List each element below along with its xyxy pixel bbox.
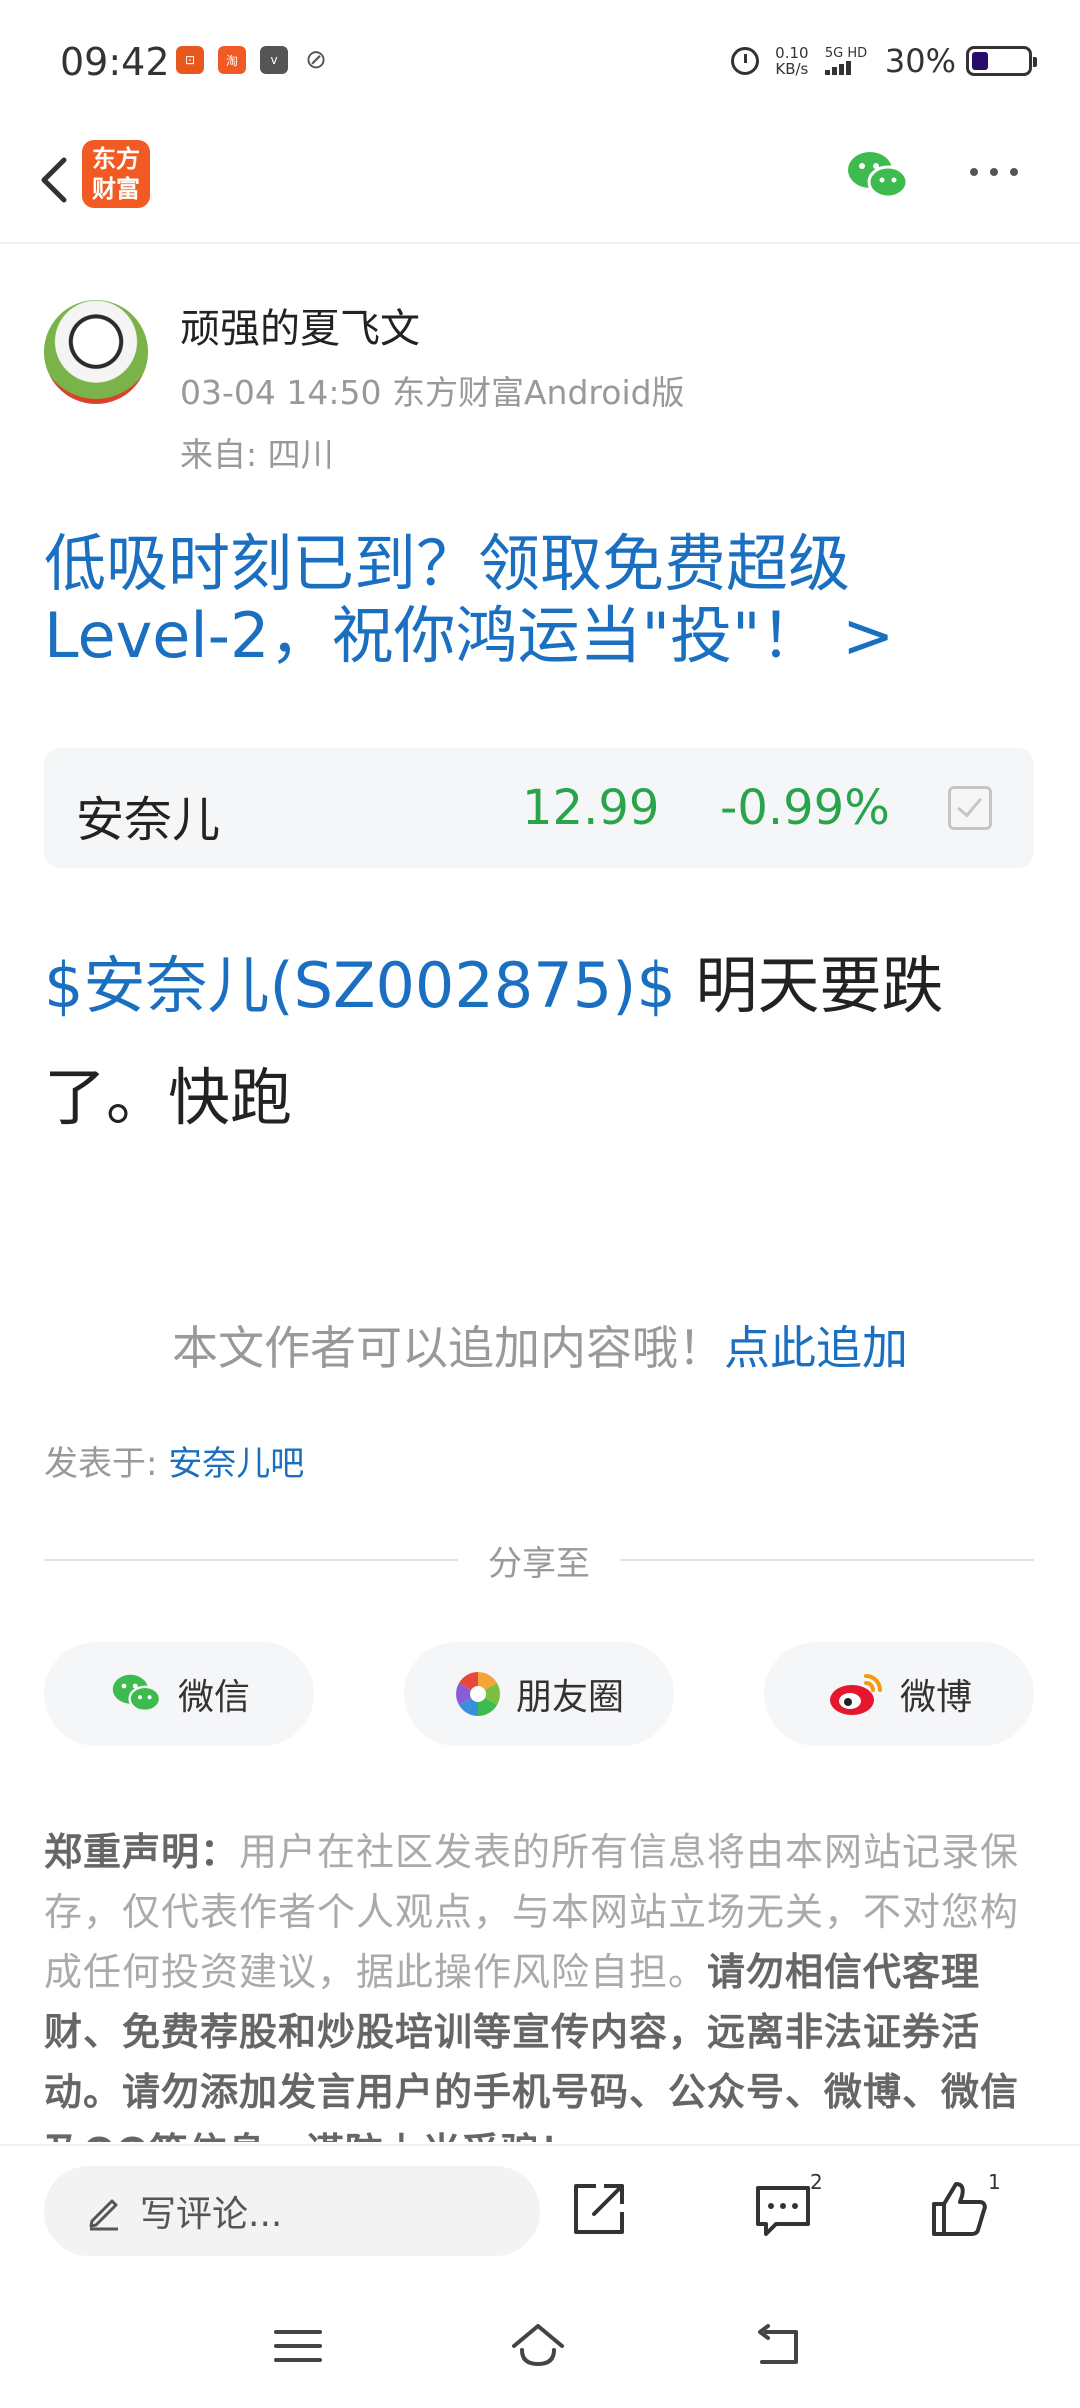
pdd-app-icon: ⊡ [176, 46, 204, 74]
comment-placeholder: 写评论... [140, 2194, 283, 2235]
network-speed-unit: KB/s [775, 60, 809, 78]
top-nav-bar: 东方 财富 [0, 120, 1080, 244]
comment-icon [756, 2186, 810, 2236]
battery-fill [972, 52, 989, 70]
status-bar: 09:42 ⊡ 淘 v ⊘ 0.10 KB/s 5G HD 30% [0, 0, 1080, 120]
promo-link[interactable]: 低吸时刻已到？领取免费超级Level-2，祝你鸿运当"投"！ > [44, 528, 1004, 672]
comment-input[interactable]: 写评论... [44, 2166, 540, 2256]
share-moments-label: 朋友圈 [515, 1677, 624, 1718]
share-wechat-label: 微信 [177, 1677, 250, 1718]
share-label: 分享至 [488, 1543, 590, 1584]
like-button[interactable]: 1 [926, 2170, 1001, 2242]
comment-count: 2 [810, 2170, 823, 2194]
moments-icon [456, 1672, 500, 1716]
status-indicators: 0.10 KB/s 5G HD 30% [730, 42, 1037, 80]
comments-button[interactable]: 2 [750, 2170, 823, 2242]
app-logo[interactable]: 东方 财富 [82, 140, 150, 208]
stock-name: 安奈儿 [76, 792, 221, 848]
published-in: 发表于: 安奈儿吧 [44, 1436, 304, 1485]
comment-bar: 写评论... 2 1 [0, 2144, 1080, 2274]
taobao-app-icon: 淘 [218, 46, 246, 74]
wechat-icon [112, 1674, 162, 1712]
battery-icon [966, 46, 1037, 76]
network-speed-value: 0.10 [775, 44, 809, 62]
post-location: 来自: 四川 [180, 435, 334, 474]
stock-bar-link[interactable]: 安奈儿吧 [168, 1444, 304, 1484]
back-arrow-icon[interactable] [28, 150, 88, 210]
signal-icon [824, 61, 875, 75]
status-app-icons: ⊡ 淘 v ⊘ [176, 45, 330, 75]
append-prompt-text: 本文作者可以追加内容哦！ [172, 1321, 724, 1375]
weibo-icon [829, 1674, 882, 1715]
battery-percent: 30% [884, 42, 956, 80]
network-type: 5G HD [824, 46, 868, 61]
stock-change: -0.99% [720, 780, 890, 836]
stock-price: 12.99 [522, 780, 660, 836]
author-name[interactable]: 顽强的夏飞文 [180, 296, 420, 354]
disclaimer-title: 郑重声明： [44, 1830, 240, 1874]
share-out-icon[interactable] [566, 2176, 632, 2242]
share-divider: 分享至 [44, 1540, 1034, 1584]
like-count: 1 [988, 2170, 1001, 2194]
share-moments-button[interactable]: 朋友圈 [404, 1642, 674, 1746]
post-meta: 03-04 14:50 东方财富Android版 [180, 373, 685, 412]
system-nav-bar [0, 2272, 1080, 2408]
more-options-icon[interactable] [970, 168, 1018, 176]
append-content-link[interactable]: 点此追加 [724, 1321, 908, 1375]
published-in-label: 发表于: [44, 1444, 169, 1484]
status-time: 09:42 [60, 40, 170, 84]
logo-line-1: 东方 [92, 145, 140, 173]
append-content-prompt: 本文作者可以追加内容哦！点此追加 [0, 1312, 1080, 1378]
thumbs-up-icon [932, 2182, 987, 2236]
author-avatar[interactable] [44, 300, 148, 404]
sport-app-icon: ⊘ [305, 45, 327, 75]
pen-icon [89, 2199, 118, 2231]
share-weibo-label: 微博 [899, 1677, 972, 1718]
logo-line-2: 财富 [92, 175, 140, 203]
stock-quote-card[interactable]: 安奈儿 12.99 -0.99% [44, 748, 1034, 868]
home-icon[interactable] [508, 2316, 568, 2376]
add-watchlist-checkbox[interactable] [948, 786, 992, 830]
alarm-icon [730, 47, 759, 75]
vivo-app-icon: v [260, 46, 288, 74]
disclaimer: 郑重声明：用户在社区发表的所有信息将由本网站记录保存，仅代表作者个人观点，与本网… [44, 1822, 1038, 2142]
post-body: $安奈儿(SZ002875)$ 明天要跌了。快跑 [44, 930, 1004, 1154]
network-speed: 0.10 KB/s [769, 45, 815, 77]
system-back-icon[interactable] [748, 2316, 808, 2376]
stock-tag-link[interactable]: $安奈儿(SZ002875)$ [44, 949, 676, 1022]
wechat-share-icon[interactable] [844, 146, 910, 206]
share-weibo-button[interactable]: 微博 [764, 1642, 1034, 1746]
network-type-block: 5G HD [824, 46, 875, 75]
share-wechat-button[interactable]: 微信 [44, 1642, 314, 1746]
recent-apps-icon[interactable] [268, 2316, 328, 2376]
